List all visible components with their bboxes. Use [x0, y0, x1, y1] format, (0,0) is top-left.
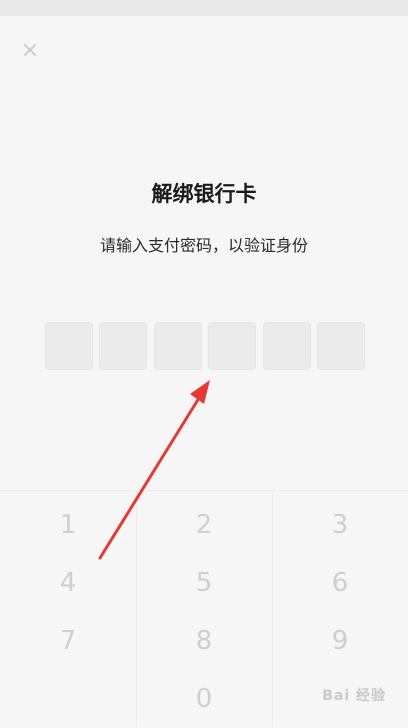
status-bar: [0, 0, 408, 16]
page-title: 解绑银行卡: [151, 182, 257, 206]
keypad-divider: [0, 490, 408, 491]
key-4[interactable]: 4: [0, 554, 136, 612]
key-0[interactable]: 0: [136, 670, 272, 728]
pin-box-4[interactable]: [208, 322, 257, 370]
key-9[interactable]: 9: [272, 612, 408, 670]
watermark: Bai 经验: [322, 688, 386, 704]
pin-box-3[interactable]: [153, 322, 202, 370]
key-7[interactable]: 7: [0, 612, 136, 670]
key-2[interactable]: 2: [136, 496, 272, 554]
pin-box-2[interactable]: [99, 322, 148, 370]
close-button[interactable]: ✕: [18, 40, 42, 64]
pin-box-5[interactable]: [262, 322, 311, 370]
key-8[interactable]: 8: [136, 612, 272, 670]
key-1[interactable]: 1: [0, 496, 136, 554]
pin-box-6[interactable]: [316, 322, 365, 370]
key-6[interactable]: 6: [272, 554, 408, 612]
key-5[interactable]: 5: [136, 554, 272, 612]
close-icon: ✕: [20, 39, 40, 64]
page-subtitle: 请输入支付密码，以验证身份: [99, 236, 308, 255]
key-3[interactable]: 3: [272, 496, 408, 554]
pin-input[interactable]: [45, 322, 365, 370]
pin-box-1[interactable]: [45, 322, 93, 370]
